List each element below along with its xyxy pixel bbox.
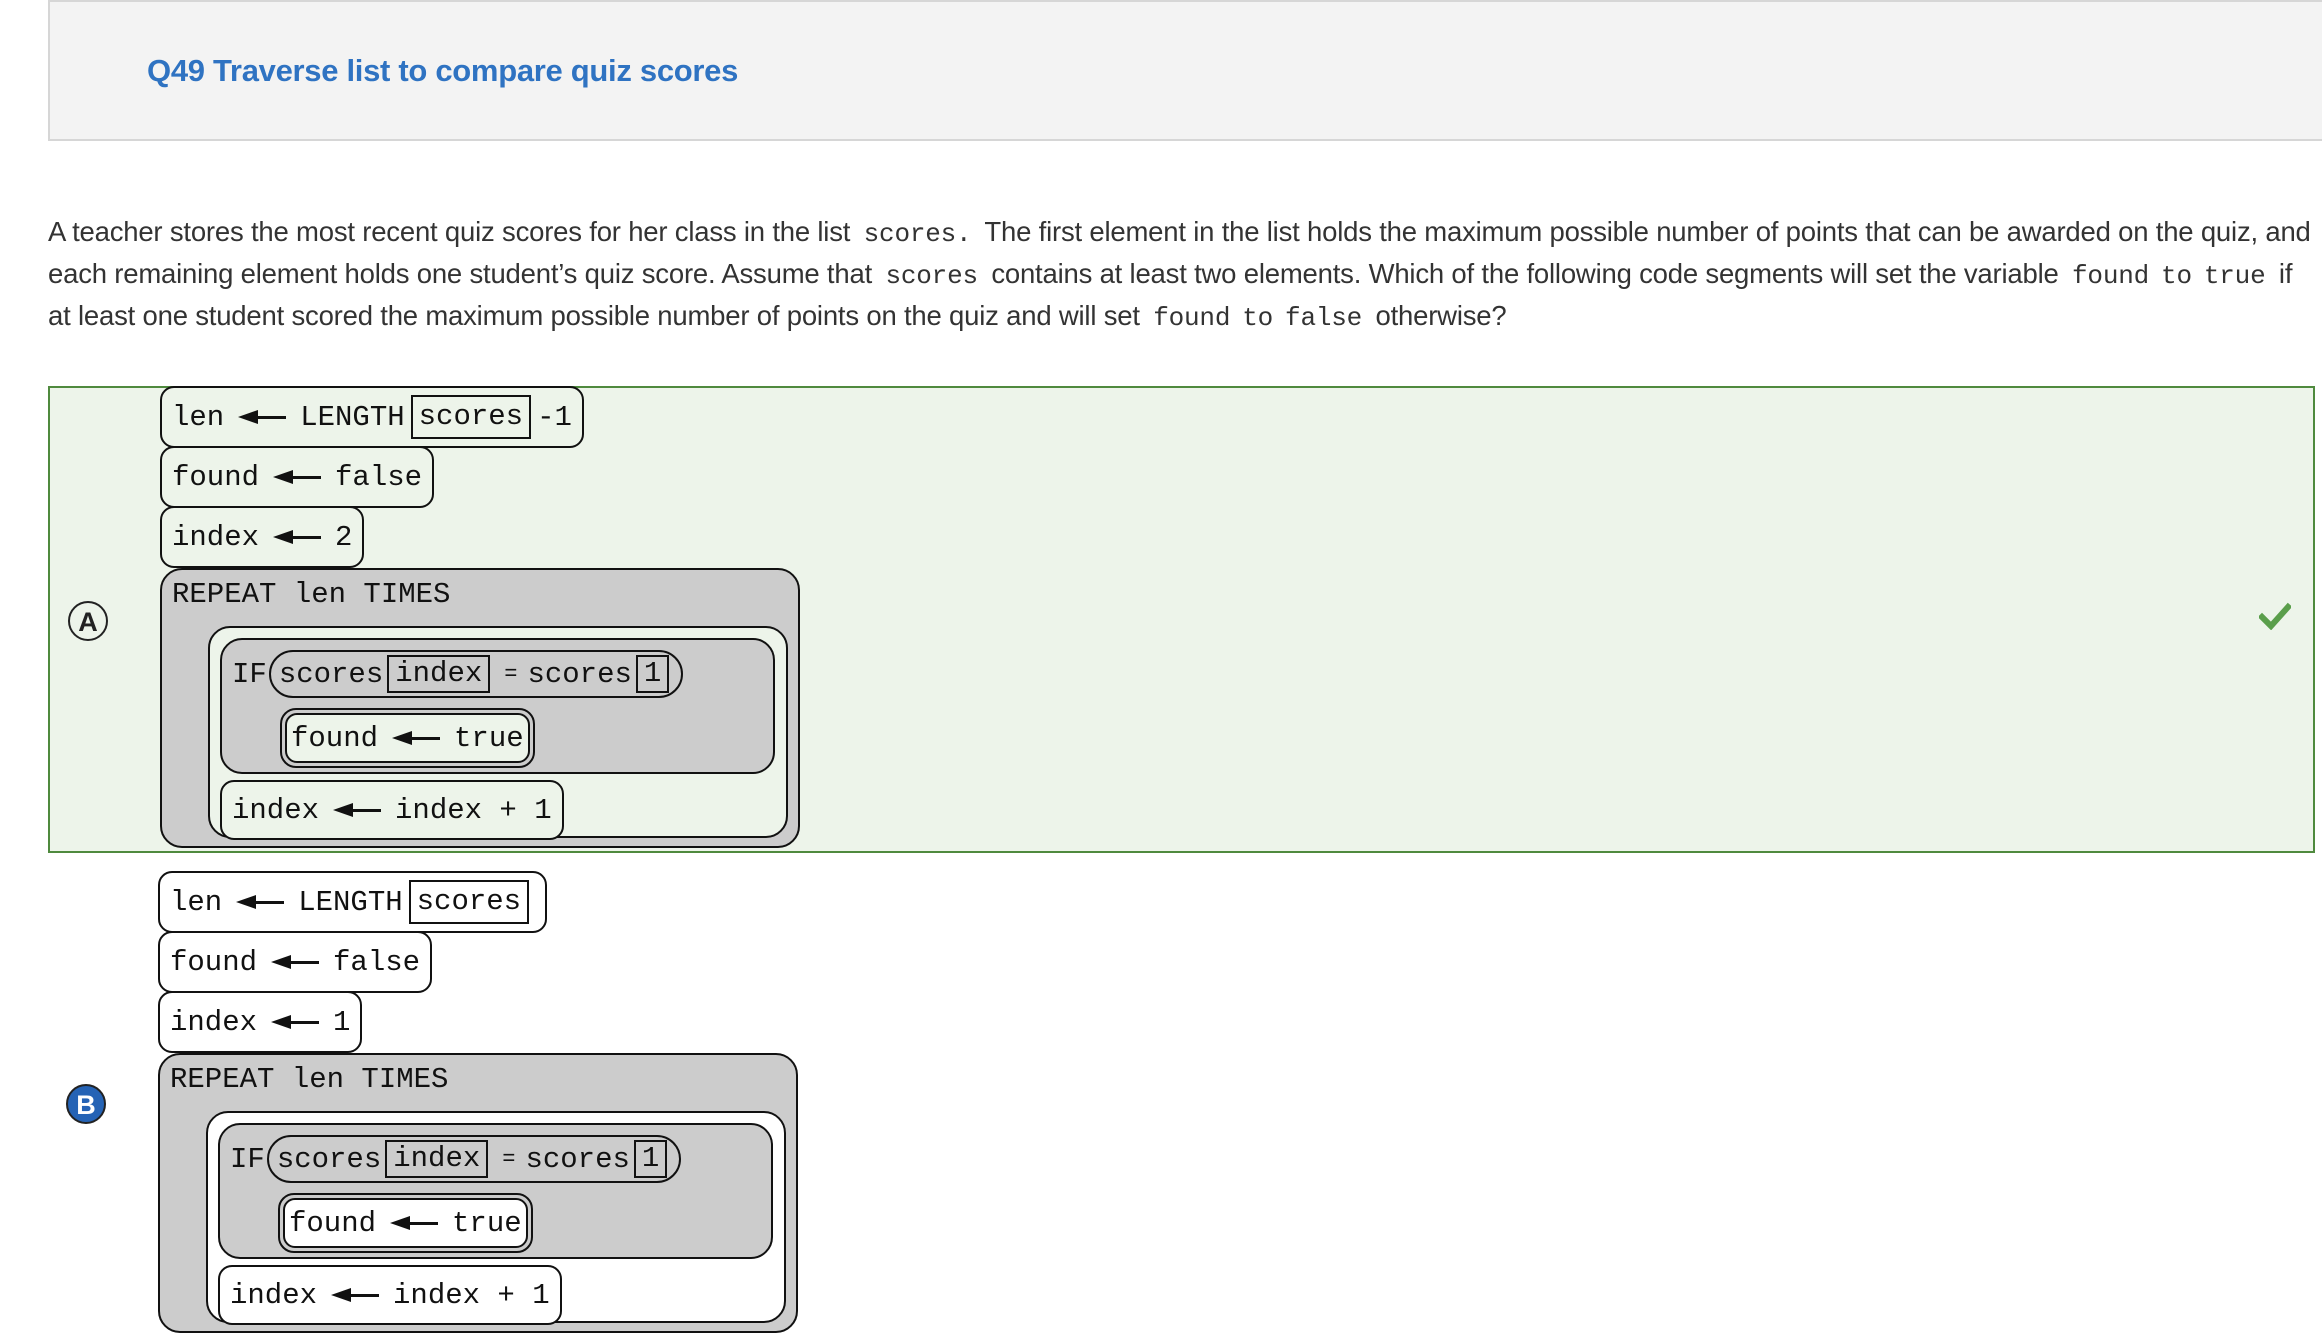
var-name: len [170,885,223,919]
assign-arrow-icon [238,410,287,424]
repeat-body: IF scores index = scores 1 found true index in… [208,626,788,840]
list-arg: scores [410,395,532,439]
inline-code: to [2161,261,2192,291]
if-block: IF scores index = scores 1 found true [218,1123,773,1259]
assign-arrow-icon [333,803,382,817]
var-name: found [291,721,379,755]
assign-arrow-icon [392,731,441,745]
var-name: found [170,945,258,979]
prompt-text: A teacher stores the most recent quiz sc… [48,216,858,247]
answer-option-b[interactable]: B len LENGTH scores found false index 1 REPE… [48,864,2315,1342]
assign-arrow-icon [331,1288,380,1302]
then-block: found true [280,708,535,768]
condition: scores index = scores 1 [268,650,684,698]
var-name: index [170,1005,258,1039]
keyword-length: LENGTH [298,885,403,919]
checkmark-icon [2259,602,2291,630]
var-name: index [232,793,320,827]
assign-arrow-icon [271,1015,320,1029]
list-name: scores [527,657,632,691]
repeat-block: REPEAT len TIMES IF scores index = scores 1 … [158,1053,798,1333]
inline-code: found [1153,303,1231,333]
var-name: index [172,520,260,554]
found-true-assignment: found true [285,713,530,763]
repeat-block: REPEAT len TIMES IF scores index = scores 1 … [160,568,800,848]
prompt-text: contains at least two elements. Which of… [983,258,2067,289]
question-title: Q49 Traverse list to compare quiz scores [147,53,739,88]
list-index: index [387,655,491,693]
list-arg: scores [408,880,530,924]
inline-code: to [1242,303,1274,333]
repeat-header: REPEAT len TIMES [172,578,451,611]
code-segment-b: len LENGTH scores found false index 1 REPEAT… [158,871,798,1333]
operator: = [502,1146,516,1172]
then-block: found true [278,1193,533,1253]
value: true [454,721,524,755]
keyword-if: IF [230,1142,265,1176]
list-name: scores [278,657,384,691]
index-increment: index index + 1 [220,780,564,840]
value: true [452,1206,522,1240]
list-name: scores [525,1142,630,1176]
assign-arrow-icon [273,530,322,544]
question-prompt: A teacher stores the most recent quiz sc… [48,212,2318,338]
list-index: index [385,1140,489,1178]
inline-code: false [1285,303,1363,333]
value: index + 1 [393,1278,550,1312]
value: false [333,945,421,979]
inline-code: scores. [863,219,972,249]
assign-arrow-icon [390,1216,439,1230]
assign-arrow-icon [236,895,285,909]
keyword-length: LENGTH [300,400,405,434]
value: false [335,460,423,494]
repeat-header: REPEAT len TIMES [170,1063,449,1096]
found-true-assignment: found true [283,1198,528,1248]
found-assignment: found false [158,931,433,993]
inline-code: true [2203,261,2266,291]
expr-suffix: -1 [537,400,572,434]
code-segment-a: len LENGTH scores -1 found false index 2 REPE… [160,386,800,848]
answer-option-a[interactable]: A len LENGTH scores -1 found false index 2 RE… [48,386,2315,853]
index-assignment: index 1 [158,991,363,1053]
list-name: scores [276,1142,382,1176]
prompt-text: otherwise? [1368,300,1507,331]
condition: scores index = scores 1 [266,1135,682,1183]
value: index + 1 [395,793,552,827]
len-assignment: len LENGTH scores -1 [160,386,584,448]
inline-code: scores [885,261,978,291]
list-index: 1 [635,655,670,693]
operator: = [504,661,518,687]
var-name: index [230,1278,318,1312]
index-increment: index index + 1 [218,1265,562,1325]
var-name: found [289,1206,377,1240]
len-assignment: len LENGTH scores [158,871,548,933]
found-assignment: found false [160,446,435,508]
repeat-body: IF scores index = scores 1 found true index in… [206,1111,786,1325]
var-name: len [172,400,225,434]
index-assignment: index 2 [160,506,365,568]
question-header: Q49 Traverse list to compare quiz scores [48,0,2322,141]
var-name: found [172,460,260,494]
value: 1 [333,1005,351,1039]
option-letter-b[interactable]: B [66,1084,106,1124]
if-block: IF scores index = scores 1 found true [220,638,775,774]
list-index: 1 [633,1140,668,1178]
option-letter-a[interactable]: A [68,601,108,641]
inline-code: found [2072,261,2150,291]
assign-arrow-icon [271,955,320,969]
value: 2 [335,520,353,554]
assign-arrow-icon [273,470,322,484]
keyword-if: IF [232,657,267,691]
